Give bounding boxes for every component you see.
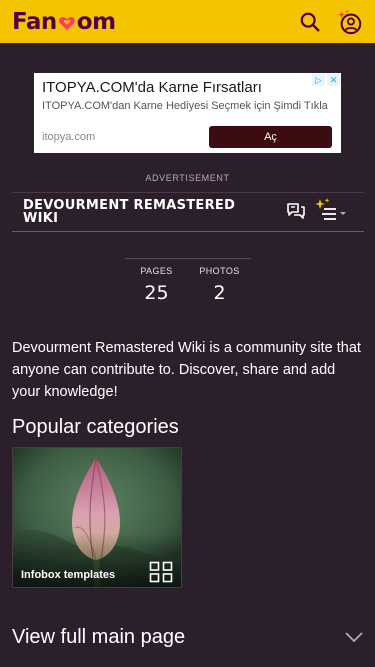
view-full-label: View full main page [12,625,186,648]
gallery-grid-icon [149,561,173,583]
close-icon[interactable]: ✕ [327,74,340,86]
ad-domain: itopya.com [42,131,96,143]
category-card-infobox-templates[interactable]: Infobox templates [12,447,182,588]
wiki-description: Devourment Remastered Wiki is a communit… [12,340,361,400]
logo-suffix: om [76,8,116,35]
view-full-main-page[interactable]: View full main page [12,623,364,651]
chevron-down-icon [345,632,363,643]
stat-label: PHOTOS [199,266,240,276]
stat-pages[interactable]: PAGES 25 [125,259,188,308]
search-button[interactable] [297,9,323,35]
search-icon [300,12,320,31]
stat-value: 25 [144,282,169,304]
logo-prefix: Fan [12,8,57,35]
discussions-button[interactable] [286,201,306,221]
category-card-label: Infobox templates [21,569,116,581]
wiki-header: DEVOURMENT REMASTERED WIKI [12,192,364,232]
wiki-menu-button[interactable] [314,198,348,224]
top-bar: Fan om [0,0,375,43]
menu-sparkle-icon [315,198,346,220]
ad-description: ITOPYA.COM'dan Karne Hediyesi Seçmek içi… [42,100,328,112]
ad-title[interactable]: ITOPYA.COM'da Karne Fırsatları [42,79,262,96]
stat-label: PAGES [140,266,173,276]
discussions-icon [287,203,305,219]
ad-choices[interactable]: ▷ ✕ [312,74,340,86]
advertisement-label: ADVERTISEMENT [145,173,230,183]
fandom-logo[interactable]: Fan om [12,9,116,35]
ad-banner[interactable]: ▷ ✕ ITOPYA.COM'da Karne Fırsatları ITOPY… [34,73,341,153]
stat-photos[interactable]: PHOTOS 2 [188,259,251,308]
popular-categories-title: Popular categories [12,416,179,438]
stat-value: 2 [213,282,226,304]
ad-open-button[interactable]: Aç [209,126,332,148]
account-button[interactable] [337,8,363,35]
adchoices-icon[interactable]: ▷ [312,74,325,86]
wiki-stats: PAGES 25 PHOTOS 2 [125,258,251,308]
fandom-heart-icon [58,16,75,30]
user-icon [337,8,362,34]
wiki-title[interactable]: DEVOURMENT REMASTERED WIKI [23,199,263,225]
